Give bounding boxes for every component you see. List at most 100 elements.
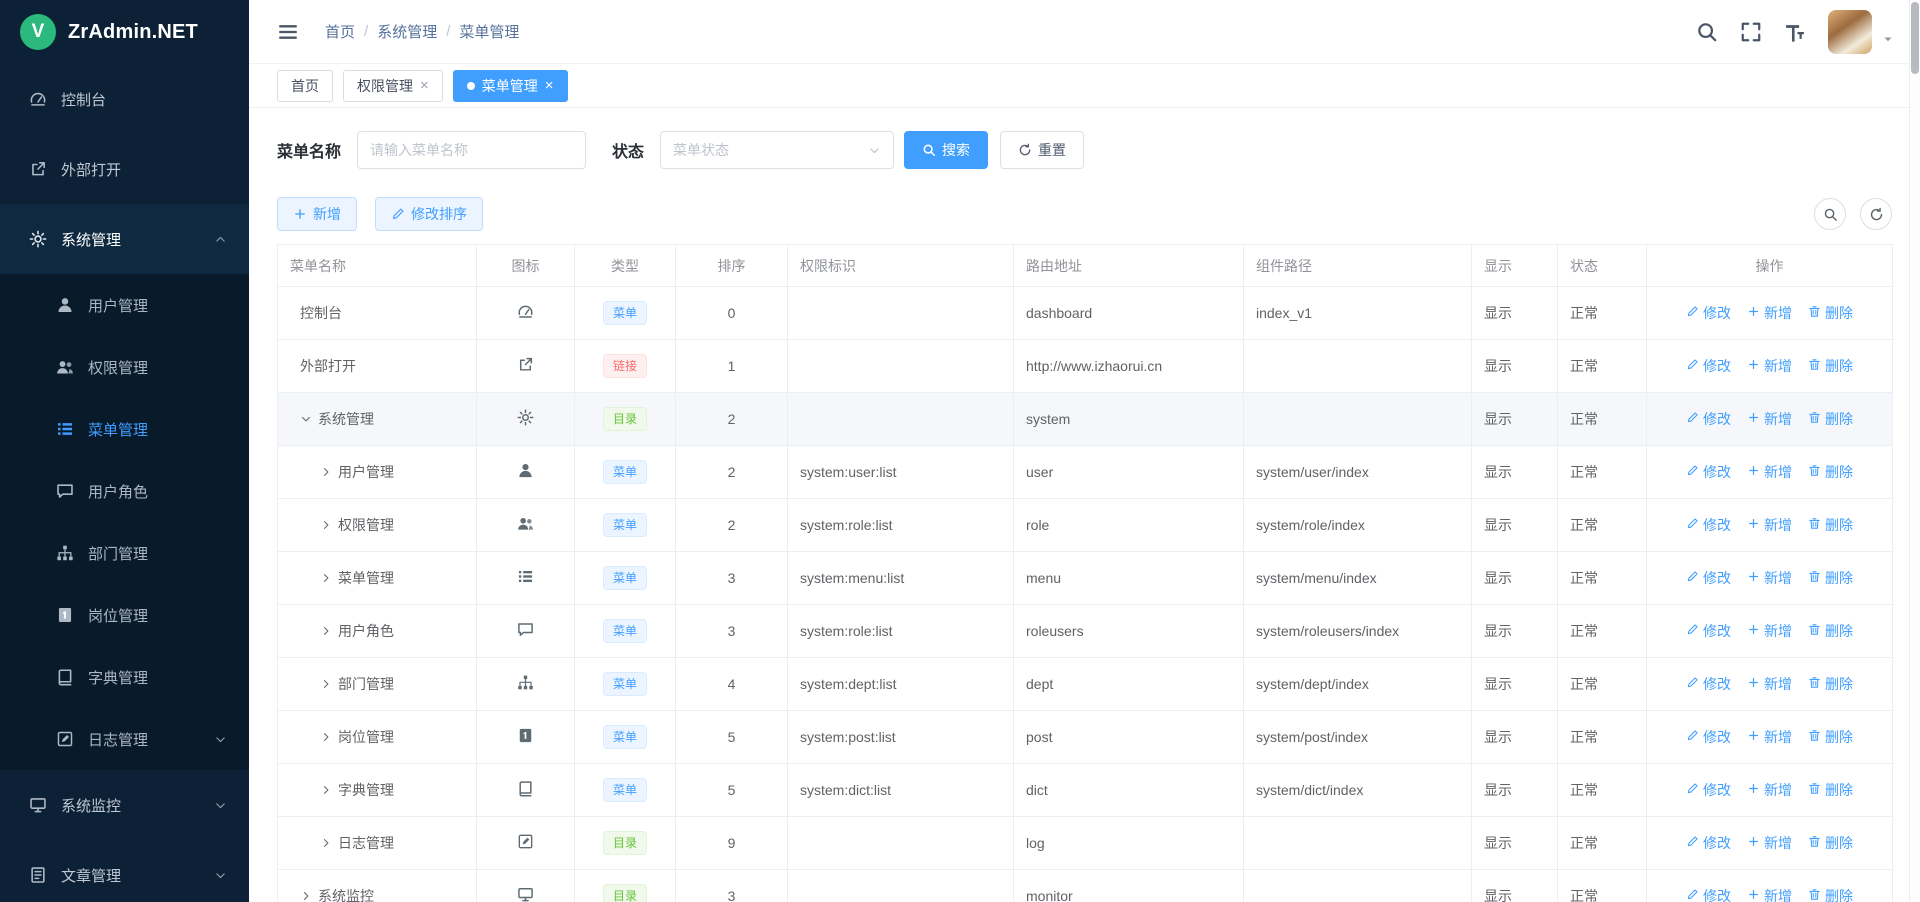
sidebar-item-dashboard[interactable]: 控制台	[0, 64, 249, 134]
menu-name-input[interactable]	[357, 131, 586, 169]
sidebar-item-user[interactable]: 用户管理	[0, 274, 249, 336]
breadcrumb-menu[interactable]: 菜单管理	[459, 21, 519, 42]
sidebar-item-log[interactable]: 日志管理	[0, 708, 249, 770]
add-link[interactable]: 新增	[1747, 356, 1792, 376]
sidebar-item-roleusers[interactable]: 用户角色	[0, 460, 249, 522]
edit-link[interactable]: 修改	[1686, 462, 1731, 482]
delete-link[interactable]: 删除	[1808, 833, 1853, 853]
close-icon[interactable]: ×	[545, 78, 554, 93]
edit-link[interactable]: 修改	[1686, 515, 1731, 535]
cell-type: 菜单	[575, 764, 676, 817]
column-header: 状态	[1558, 245, 1647, 287]
tab-menu[interactable]: 菜单管理×	[453, 70, 568, 102]
edit-link[interactable]: 修改	[1686, 568, 1731, 588]
edit-link[interactable]: 修改	[1686, 780, 1731, 800]
tab-home[interactable]: 首页	[277, 70, 333, 102]
search-button[interactable]: 搜索	[904, 131, 988, 169]
delete-link[interactable]: 删除	[1808, 674, 1853, 694]
delete-link[interactable]: 删除	[1808, 303, 1853, 323]
table-search-toggle-icon[interactable]	[1814, 198, 1846, 230]
sidebar-item-post[interactable]: 岗位管理	[0, 584, 249, 646]
breadcrumb-home[interactable]: 首页	[325, 21, 355, 42]
delete-link[interactable]: 删除	[1808, 409, 1853, 429]
add-link[interactable]: 新增	[1747, 303, 1792, 323]
edit-link[interactable]: 修改	[1686, 886, 1731, 902]
type-tag: 目录	[603, 831, 647, 855]
sidebar-item-article[interactable]: 文章管理	[0, 840, 249, 902]
add-button[interactable]: 新增	[277, 197, 357, 231]
sidebar-item-monitor[interactable]: 系统监控	[0, 770, 249, 840]
edit-link[interactable]: 修改	[1686, 409, 1731, 429]
user-icon	[517, 462, 534, 479]
edit-sort-button[interactable]: 修改排序	[375, 197, 483, 231]
sidebar-item-external[interactable]: 外部打开	[0, 134, 249, 204]
delete-link[interactable]: 删除	[1808, 886, 1853, 902]
edit-link[interactable]: 修改	[1686, 727, 1731, 747]
column-header: 权限标识	[788, 245, 1014, 287]
cell-menu-name: 系统监控	[278, 870, 477, 902]
add-link[interactable]: 新增	[1747, 780, 1792, 800]
edit-link[interactable]: 修改	[1686, 674, 1731, 694]
user-avatar[interactable]	[1828, 10, 1872, 54]
chevron-right-icon	[320, 625, 332, 637]
status-select[interactable]: 菜单状态	[660, 131, 894, 169]
table-refresh-icon[interactable]	[1860, 198, 1892, 230]
delete-link[interactable]: 删除	[1808, 356, 1853, 376]
add-link[interactable]: 新增	[1747, 727, 1792, 747]
add-link[interactable]: 新增	[1747, 568, 1792, 588]
delete-link[interactable]: 删除	[1808, 621, 1853, 641]
sidebar-item-label: 日志管理	[88, 729, 148, 750]
cell-component	[1244, 870, 1472, 902]
user-caret-down-icon[interactable]	[1882, 32, 1894, 48]
delete-link[interactable]: 删除	[1808, 780, 1853, 800]
cell-actions: 修改新增删除	[1647, 605, 1893, 658]
add-link[interactable]: 新增	[1747, 674, 1792, 694]
fullscreen-icon[interactable]	[1740, 21, 1762, 43]
delete-link[interactable]: 删除	[1808, 462, 1853, 482]
add-link[interactable]: 新增	[1747, 409, 1792, 429]
cell-component: system/post/index	[1244, 711, 1472, 764]
add-link[interactable]: 新增	[1747, 833, 1792, 853]
sidebar-item-dept[interactable]: 部门管理	[0, 522, 249, 584]
edit-icon	[1686, 623, 1699, 639]
edit-link[interactable]: 修改	[1686, 833, 1731, 853]
edit-link[interactable]: 修改	[1686, 621, 1731, 641]
scrollbar-thumb[interactable]	[1911, 2, 1919, 74]
sidebar-collapse-icon[interactable]	[277, 21, 299, 43]
cell-icon	[477, 552, 575, 605]
cell-perm	[788, 870, 1014, 902]
close-icon[interactable]: ×	[420, 78, 429, 93]
add-link[interactable]: 新增	[1747, 886, 1792, 902]
tab-role[interactable]: 权限管理 ×	[343, 70, 443, 102]
chevron-right-icon	[320, 466, 332, 478]
edit-icon	[1686, 782, 1699, 798]
cell-perm	[788, 393, 1014, 446]
font-size-icon[interactable]	[1784, 21, 1806, 43]
cell-status: 正常	[1558, 393, 1647, 446]
add-link[interactable]: 新增	[1747, 621, 1792, 641]
sidebar-item-dict[interactable]: 字典管理	[0, 646, 249, 708]
sidebar-item-menu[interactable]: 菜单管理	[0, 398, 249, 460]
topbar-actions	[1696, 10, 1894, 54]
page-scrollbar[interactable]	[1909, 0, 1920, 902]
sidebar-item-role[interactable]: 权限管理	[0, 336, 249, 398]
add-link[interactable]: 新增	[1747, 515, 1792, 535]
search-icon[interactable]	[1696, 21, 1718, 43]
tab-label: 权限管理	[357, 76, 413, 96]
cell-menu-name: 用户角色	[278, 605, 477, 658]
edit-link[interactable]: 修改	[1686, 303, 1731, 323]
edit-link[interactable]: 修改	[1686, 356, 1731, 376]
cell-component: system/user/index	[1244, 446, 1472, 499]
cell-perm: system:dict:list	[788, 764, 1014, 817]
chevron-right-icon	[320, 678, 332, 690]
delete-link[interactable]: 删除	[1808, 727, 1853, 747]
table-row-post: 岗位管理菜单5system:post:listpostsystem/post/i…	[278, 711, 1893, 764]
add-link[interactable]: 新增	[1747, 462, 1792, 482]
sidebar-item-system[interactable]: 系统管理	[0, 204, 249, 274]
chevron-right-icon	[300, 890, 312, 902]
external-link-icon	[517, 356, 534, 373]
reset-button[interactable]: 重置	[1000, 131, 1084, 169]
breadcrumb-system[interactable]: 系统管理	[377, 21, 437, 42]
delete-link[interactable]: 删除	[1808, 568, 1853, 588]
delete-link[interactable]: 删除	[1808, 515, 1853, 535]
